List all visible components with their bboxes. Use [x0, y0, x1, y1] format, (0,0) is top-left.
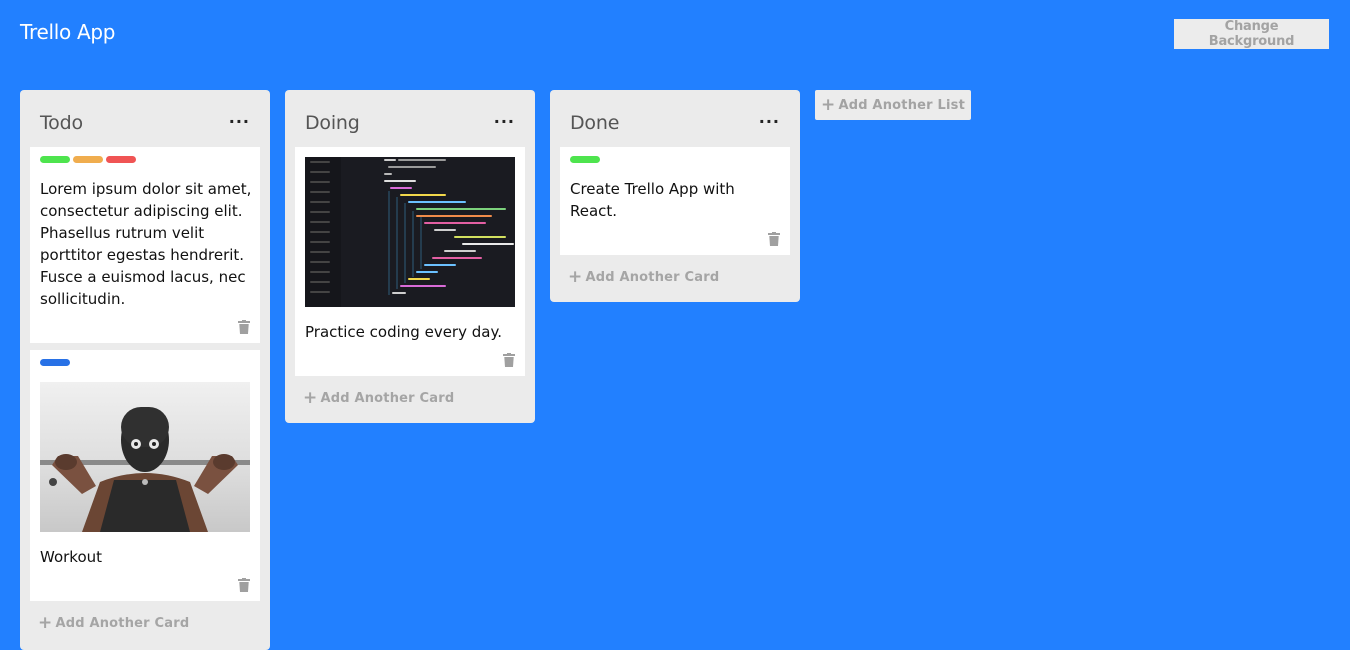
add-list-button[interactable]: + Add Another List — [815, 90, 971, 120]
plus-icon: + — [303, 388, 318, 408]
card[interactable]: Workout — [30, 350, 260, 601]
card-text: Create Trello App with React. — [570, 180, 735, 220]
list-title: Doing — [305, 112, 360, 134]
label-orange — [73, 156, 103, 163]
label-blue — [40, 359, 70, 366]
list-menu-ellipsis-icon[interactable]: ... — [494, 108, 515, 127]
trash-icon[interactable] — [768, 232, 780, 246]
card[interactable]: Practice coding every day. — [295, 147, 525, 376]
list-title: Done — [570, 112, 620, 134]
add-card-label: Add Another Card — [320, 390, 455, 406]
card-text: Workout — [40, 548, 103, 566]
add-card-label: Add Another Card — [55, 615, 190, 631]
add-card-button[interactable]: + Add Another Card — [38, 613, 189, 633]
card[interactable]: Create Trello App with React. — [560, 147, 790, 255]
add-card-label: Add Another Card — [585, 269, 720, 285]
list-menu-ellipsis-icon[interactable]: ... — [759, 108, 780, 127]
card-labels — [40, 156, 136, 163]
label-green — [570, 156, 600, 163]
list-todo: Todo ... Lorem ipsum dolor sit amet, con… — [20, 90, 270, 650]
card-labels — [570, 156, 600, 163]
trash-icon[interactable] — [238, 578, 250, 592]
trash-icon[interactable] — [238, 320, 250, 334]
change-background-button[interactable]: Change Background — [1174, 19, 1329, 49]
trash-icon[interactable] — [503, 353, 515, 367]
list-menu-ellipsis-icon[interactable]: ... — [229, 108, 250, 127]
add-list-label: Add Another List — [838, 97, 965, 113]
card-labels — [40, 359, 70, 366]
add-card-button[interactable]: + Add Another Card — [568, 267, 719, 287]
list-title: Todo — [40, 112, 83, 134]
card[interactable]: Lorem ipsum dolor sit amet, consectetur … — [30, 147, 260, 343]
app-title: Trello App — [20, 20, 116, 44]
label-red — [106, 156, 136, 163]
label-green — [40, 156, 70, 163]
card-text: Lorem ipsum dolor sit amet, consectetur … — [40, 180, 252, 308]
list-doing: Doing ... Practice coding every day. + A… — [285, 90, 535, 423]
plus-icon: + — [820, 95, 836, 115]
add-card-button[interactable]: + Add Another Card — [303, 388, 454, 408]
plus-icon: + — [38, 613, 53, 633]
list-done: Done ... Create Trello App with React. +… — [550, 90, 800, 302]
card-text: Practice coding every day. — [305, 323, 502, 341]
code-screenshot — [305, 157, 515, 307]
workout-photo — [40, 382, 250, 532]
plus-icon: + — [568, 267, 583, 287]
